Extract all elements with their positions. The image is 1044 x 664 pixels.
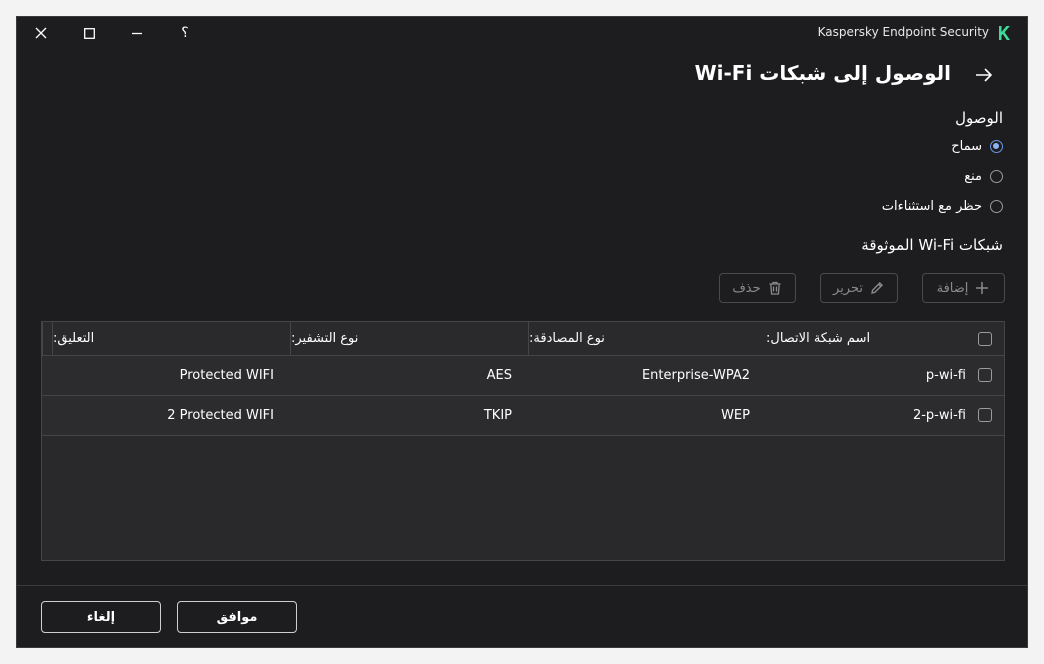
column-header-encryption[interactable]: نوع التشفير: — [290, 322, 528, 355]
edit-button[interactable]: تحرير — [820, 273, 898, 303]
radio-indicator-block[interactable] — [990, 169, 1003, 183]
table-row[interactable]: 2 Protected WIFI TKIP WEP 2-p-wi-fi — [42, 396, 1004, 436]
plus-icon — [976, 282, 989, 294]
radio-label-block: منع — [964, 168, 982, 184]
table-header-spacer — [42, 322, 52, 355]
radio-allow[interactable]: سماح — [951, 136, 1003, 156]
dialog-footer: موافق إلغاء — [17, 585, 1027, 649]
cell-encryption: TKIP — [483, 408, 512, 423]
trusted-networks-title: شبكات Wi-Fi الموثوقة — [861, 236, 1003, 254]
radio-indicator-block-with-exceptions[interactable] — [990, 199, 1003, 213]
cell-comment: 2 Protected WIFI — [167, 408, 274, 423]
cell-auth: WEP — [721, 408, 750, 423]
column-header-auth-label: نوع المصادقة: — [529, 331, 605, 346]
radio-block[interactable]: منع — [964, 166, 1003, 186]
cell-network-name: p-wi-fi — [925, 368, 966, 383]
arrow-right-icon — [976, 68, 993, 82]
column-header-comment-label: التعليق: — [53, 331, 95, 346]
cell-network-name: 2-p-wi-fi — [912, 408, 966, 423]
minimize-icon — [132, 32, 142, 35]
minimize-button[interactable] — [125, 21, 149, 45]
delete-button[interactable]: حذف — [719, 273, 796, 303]
table-header: التعليق: نوع التشفير: نوع المصادقة: اسم … — [42, 322, 1004, 356]
radio-indicator-allow[interactable] — [990, 139, 1003, 153]
cell-auth: Enterprise-WPA2 — [641, 368, 750, 383]
maximize-icon — [83, 27, 95, 39]
help-icon: ؟ — [181, 25, 189, 41]
radio-block-with-exceptions[interactable]: حظر مع استثناءات — [882, 196, 1003, 216]
ok-button[interactable]: موافق — [177, 601, 297, 633]
cancel-button[interactable]: إلغاء — [41, 601, 161, 633]
close-icon — [35, 27, 47, 39]
select-all-checkbox[interactable] — [978, 332, 992, 346]
help-button[interactable]: ؟ — [173, 21, 197, 45]
dialog-window: ؟ Kaspersky Endpoint Security الوصول إلى… — [16, 16, 1028, 648]
add-button-label: إضافة — [936, 280, 969, 296]
column-header-comment[interactable]: التعليق: — [52, 322, 290, 355]
table-row[interactable]: Protected WIFI AES Enterprise-WPA2 p-wi-… — [42, 356, 1004, 396]
add-button[interactable]: إضافة — [922, 273, 1005, 303]
column-header-encryption-label: نوع التشفير: — [291, 331, 359, 346]
trash-icon — [769, 281, 781, 295]
maximize-button[interactable] — [77, 21, 101, 45]
trusted-networks-table: التعليق: نوع التشفير: نوع المصادقة: اسم … — [41, 321, 1005, 561]
back-button[interactable] — [971, 63, 997, 87]
delete-button-label: حذف — [732, 280, 761, 296]
row-checkbox[interactable] — [978, 368, 992, 382]
column-header-network-name[interactable]: اسم شبكة الاتصال: — [766, 322, 1004, 355]
radio-label-allow: سماح — [951, 138, 982, 154]
cell-comment: Protected WIFI — [179, 368, 274, 383]
row-checkbox[interactable] — [978, 408, 992, 422]
close-button[interactable] — [29, 21, 53, 45]
app-title: Kaspersky Endpoint Security — [817, 25, 989, 39]
column-header-network-name-label: اسم شبكة الاتصال: — [766, 331, 871, 346]
radio-label-block-with-exceptions: حظر مع استثناءات — [881, 198, 982, 214]
pencil-icon — [871, 282, 883, 294]
edit-button-label: تحرير — [833, 280, 863, 296]
page-title: الوصول إلى شبكات Wi-Fi — [694, 61, 951, 85]
access-section-title: الوصول — [955, 109, 1003, 127]
title-bar: ؟ Kaspersky Endpoint Security — [17, 17, 1027, 49]
column-header-auth[interactable]: نوع المصادقة: — [528, 322, 766, 355]
cell-encryption: AES — [486, 368, 512, 383]
kaspersky-logo-icon — [999, 26, 1010, 40]
